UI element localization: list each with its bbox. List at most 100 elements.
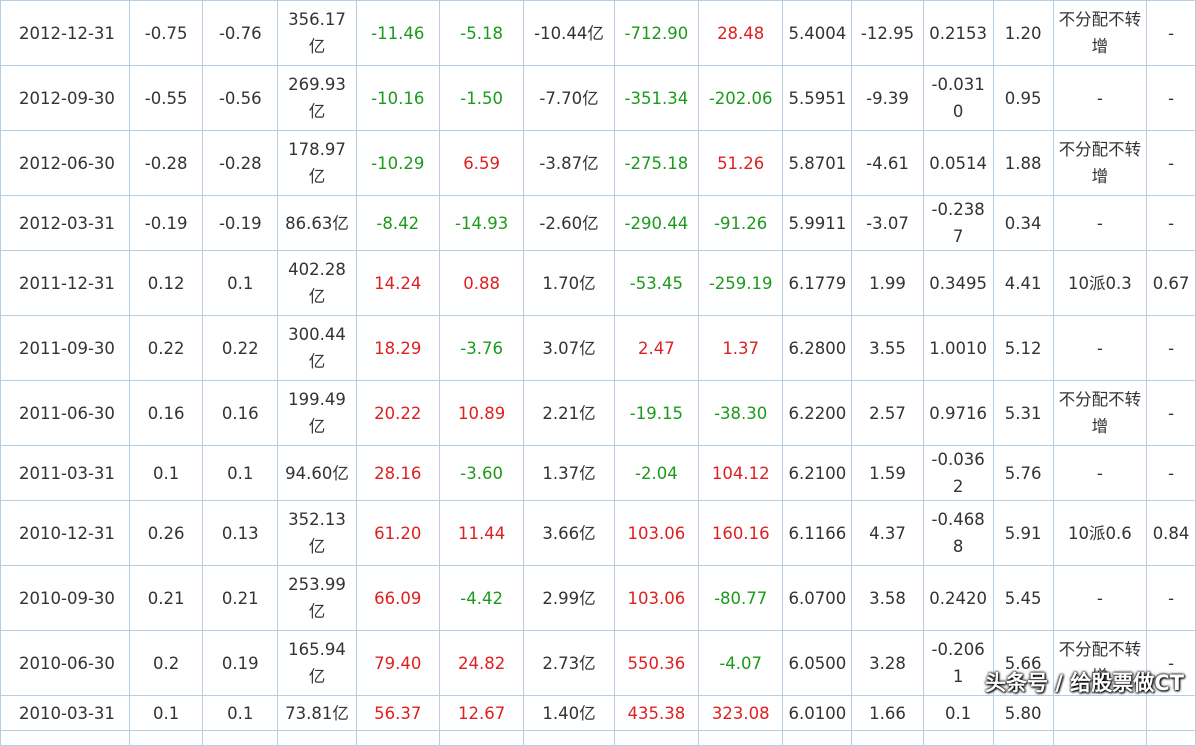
nav-per-share-cell: 6.1779 bbox=[782, 250, 853, 316]
revenue-qoq-cell: -3.76 bbox=[438, 315, 525, 381]
diluted-eps-cell: -0.19 bbox=[202, 195, 279, 251]
diluted-eps-cell: 0.13 bbox=[202, 500, 279, 566]
profit-qoq-cell: -202.06 bbox=[698, 65, 784, 131]
roe-cell: -4.61 bbox=[851, 130, 924, 196]
net-profit-cell: 2.99亿 bbox=[523, 565, 615, 631]
dividend-plan-cell: 不分配不转增 bbox=[1052, 380, 1148, 446]
revenue-cell: 199.49亿 bbox=[277, 380, 357, 446]
revenue-yoy-cell: 66.09 bbox=[355, 565, 440, 631]
revenue-cell: 86.63亿 bbox=[277, 195, 357, 251]
profit-qoq-cell: 51.26 bbox=[698, 130, 784, 196]
net-profit-cell: 3.07亿 bbox=[523, 315, 615, 381]
net-profit-cell: 2.73亿 bbox=[523, 630, 615, 696]
revenue-qoq-cell: 10.89 bbox=[438, 380, 525, 446]
basic-eps-cell: 0.1 bbox=[129, 445, 204, 501]
revenue-cell: 178.97亿 bbox=[277, 130, 357, 196]
basic-eps-cell: -0.75 bbox=[129, 0, 204, 66]
basic-eps-cell: 0.21 bbox=[129, 565, 204, 631]
revenue-qoq-cell: 0.88 bbox=[438, 250, 525, 316]
table-row: 2011-03-31 0.1 0.1 94.60亿 28.16 -3.60 1.37亿 -2.… bbox=[0, 445, 1196, 501]
roe-cell: -3.07 bbox=[851, 195, 924, 251]
nav-per-share-cell: 6.2800 bbox=[782, 315, 853, 381]
cashflow-per-share-cell: 0.2153 bbox=[922, 0, 994, 66]
table-row: 2012-03-31 -0.19 -0.19 86.63亿 -8.42 -14.93 -2.… bbox=[0, 195, 1196, 251]
diluted-eps-cell: 0.19 bbox=[202, 630, 279, 696]
profit-yoy-cell: -712.90 bbox=[613, 0, 700, 66]
revenue-qoq-cell: -5.18 bbox=[438, 0, 525, 66]
gross-margin-cell: 0.34 bbox=[992, 195, 1054, 251]
profit-yoy-cell: -19.15 bbox=[613, 380, 700, 446]
report-date-cell: 2011-09-30 bbox=[0, 315, 131, 381]
revenue-yoy-cell: 61.20 bbox=[355, 500, 440, 566]
empty-cell bbox=[523, 730, 615, 746]
nav-per-share-cell: 6.0700 bbox=[782, 565, 853, 631]
financial-data-table: 2012-12-31 -0.75 -0.76 356.17亿 -11.46 -5.18 -1… bbox=[0, 0, 1196, 746]
revenue-qoq-cell: -14.93 bbox=[438, 195, 525, 251]
revenue-yoy-cell: -8.42 bbox=[355, 195, 440, 251]
roe-cell: 1.99 bbox=[851, 250, 924, 316]
roe-cell: 2.57 bbox=[851, 380, 924, 446]
roe-cell: -9.39 bbox=[851, 65, 924, 131]
basic-eps-cell: 0.26 bbox=[129, 500, 204, 566]
profit-yoy-cell: -2.04 bbox=[613, 445, 700, 501]
empty-cell bbox=[992, 730, 1054, 746]
dividend-yield-cell: - bbox=[1146, 630, 1196, 696]
revenue-cell: 402.28亿 bbox=[277, 250, 357, 316]
table-row: 2012-09-30 -0.55 -0.56 269.93亿 -10.16 -1.50 -7… bbox=[0, 65, 1196, 131]
roe-cell: 1.59 bbox=[851, 445, 924, 501]
report-date-cell: 2010-06-30 bbox=[0, 630, 131, 696]
dividend-yield-cell: - bbox=[1146, 315, 1196, 381]
gross-margin-cell: 1.88 bbox=[992, 130, 1054, 196]
profit-qoq-cell: -80.77 bbox=[698, 565, 784, 631]
basic-eps-cell: 0.12 bbox=[129, 250, 204, 316]
cashflow-per-share-cell: -0.0362 bbox=[922, 445, 994, 501]
cashflow-per-share-cell: -0.0310 bbox=[922, 65, 994, 131]
revenue-cell: 356.17亿 bbox=[277, 0, 357, 66]
roe-cell: 3.28 bbox=[851, 630, 924, 696]
dividend-yield-cell: - bbox=[1146, 195, 1196, 251]
report-date-cell: 2010-12-31 bbox=[0, 500, 131, 566]
revenue-cell: 253.99亿 bbox=[277, 565, 357, 631]
profit-qoq-cell: 104.12 bbox=[698, 445, 784, 501]
nav-per-share-cell: 6.1166 bbox=[782, 500, 853, 566]
net-profit-cell: -7.70亿 bbox=[523, 65, 615, 131]
empty-cell bbox=[698, 730, 784, 746]
dividend-yield-cell: - bbox=[1146, 565, 1196, 631]
profit-yoy-cell: 2.47 bbox=[613, 315, 700, 381]
nav-per-share-cell: 5.4004 bbox=[782, 0, 853, 66]
nav-per-share-cell: 5.9911 bbox=[782, 195, 853, 251]
dividend-yield-cell: - bbox=[1146, 380, 1196, 446]
report-date-cell: 2012-12-31 bbox=[0, 0, 131, 66]
roe-cell: 3.55 bbox=[851, 315, 924, 381]
table-row: 2012-06-30 -0.28 -0.28 178.97亿 -10.29 6.59 -3.… bbox=[0, 130, 1196, 196]
report-date-cell: 2011-03-31 bbox=[0, 445, 131, 501]
empty-cell bbox=[438, 730, 525, 746]
gross-margin-cell: 5.76 bbox=[992, 445, 1054, 501]
cashflow-per-share-cell: -0.2387 bbox=[922, 195, 994, 251]
dividend-plan-cell: - bbox=[1052, 315, 1148, 381]
nav-per-share-cell: 6.2200 bbox=[782, 380, 853, 446]
revenue-qoq-cell: 11.44 bbox=[438, 500, 525, 566]
net-profit-cell: 2.21亿 bbox=[523, 380, 615, 446]
empty-cell bbox=[202, 730, 279, 746]
dividend-yield-cell: 0.67 bbox=[1146, 250, 1196, 316]
profit-qoq-cell: -259.19 bbox=[698, 250, 784, 316]
cashflow-per-share-cell: 1.0010 bbox=[922, 315, 994, 381]
empty-cell bbox=[277, 730, 357, 746]
diluted-eps-cell: 0.22 bbox=[202, 315, 279, 381]
empty-cell bbox=[1052, 730, 1148, 746]
roe-cell: 3.58 bbox=[851, 565, 924, 631]
roe-cell: -12.95 bbox=[851, 0, 924, 66]
gross-margin-cell: 5.31 bbox=[992, 380, 1054, 446]
basic-eps-cell: 0.16 bbox=[129, 380, 204, 446]
revenue-yoy-cell: -11.46 bbox=[355, 0, 440, 66]
table-row: 2011-12-31 0.12 0.1 402.28亿 14.24 0.88 1.70亿 -5… bbox=[0, 250, 1196, 316]
dividend-plan-cell: - bbox=[1052, 565, 1148, 631]
cashflow-per-share-cell: -0.4688 bbox=[922, 500, 994, 566]
empty-cell bbox=[851, 730, 924, 746]
table-row: 2010-06-30 0.2 0.19 165.94亿 79.40 24.82 2.73亿 5… bbox=[0, 630, 1196, 696]
diluted-eps-cell: 0.1 bbox=[202, 250, 279, 316]
report-date-cell: 2012-06-30 bbox=[0, 130, 131, 196]
cashflow-per-share-cell: 0.3495 bbox=[922, 250, 994, 316]
nav-per-share-cell: 5.5951 bbox=[782, 65, 853, 131]
